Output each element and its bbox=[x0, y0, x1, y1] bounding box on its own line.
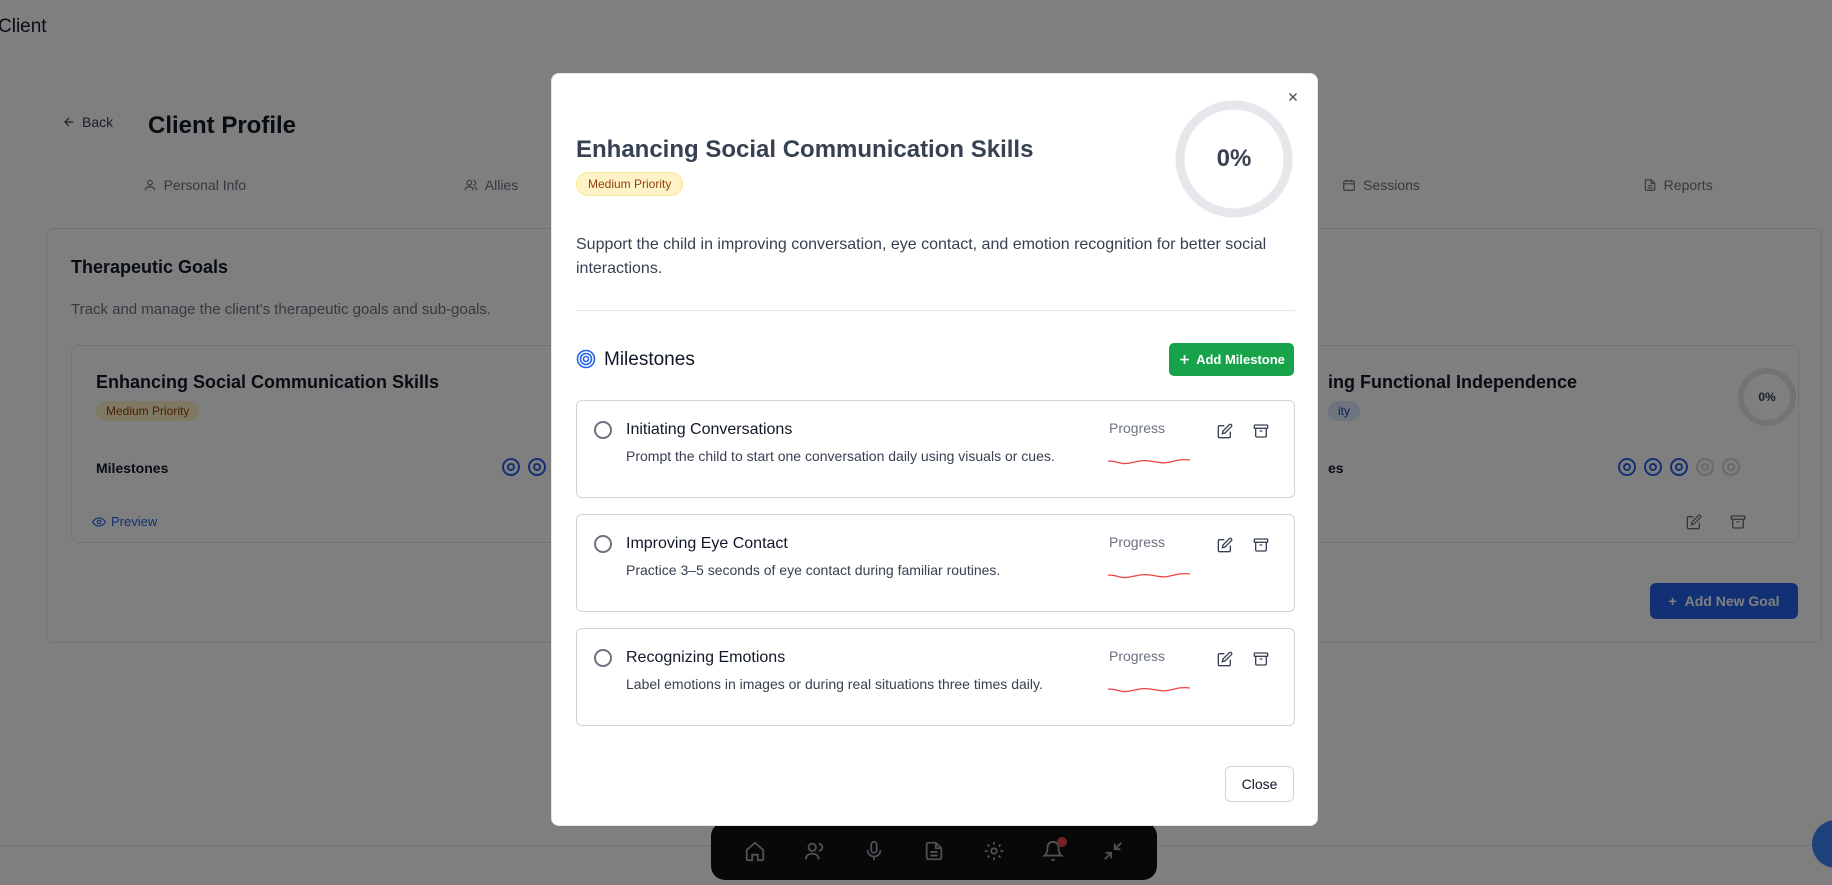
progress-percent: 0% bbox=[1216, 145, 1252, 172]
goal-description: Support the child in improving conversat… bbox=[576, 236, 1267, 277]
target-icon bbox=[576, 349, 596, 369]
add-milestone-button[interactable]: Add Milestone bbox=[1169, 343, 1294, 376]
milestone-description: Label emotions in images or during real … bbox=[626, 676, 1043, 692]
milestone-complete-toggle[interactable] bbox=[594, 649, 612, 667]
edit-icon[interactable] bbox=[1217, 423, 1233, 439]
edit-icon[interactable] bbox=[1217, 651, 1233, 667]
milestones-heading: Milestones bbox=[604, 349, 695, 370]
progress-label: Progress bbox=[1109, 420, 1166, 436]
milestone-complete-toggle[interactable] bbox=[594, 421, 612, 439]
progress-sparkline bbox=[1108, 458, 1190, 465]
progress-sparkline bbox=[1108, 572, 1190, 579]
milestone-item: Recognizing Emotions Label emotions in i… bbox=[576, 628, 1295, 726]
archive-icon[interactable] bbox=[1253, 651, 1269, 667]
archive-icon[interactable] bbox=[1253, 423, 1269, 439]
divider bbox=[576, 310, 1295, 311]
milestone-description: Prompt the child to start one conversati… bbox=[626, 448, 1055, 464]
goal-title: Enhancing Social Communication Skills bbox=[576, 136, 1034, 163]
add-milestone-label: Add Milestone bbox=[1196, 352, 1285, 367]
milestone-complete-toggle[interactable] bbox=[594, 535, 612, 553]
plus-icon bbox=[1180, 355, 1189, 364]
milestone-description: Practice 3–5 seconds of eye contact duri… bbox=[626, 562, 1001, 578]
milestone-title: Recognizing Emotions bbox=[626, 649, 786, 666]
progress-label: Progress bbox=[1109, 534, 1166, 550]
close-button[interactable]: Close bbox=[1225, 766, 1294, 802]
edit-icon[interactable] bbox=[1217, 537, 1233, 553]
goal-detail-modal: Enhancing Social Communication Skills Me… bbox=[551, 73, 1318, 826]
goal-progress-ring: 0% bbox=[1173, 98, 1295, 220]
priority-badge: Medium Priority bbox=[576, 172, 684, 196]
milestone-title: Initiating Conversations bbox=[626, 421, 793, 438]
milestone-item: Improving Eye Contact Practice 3–5 secon… bbox=[576, 514, 1295, 612]
milestone-list: Initiating Conversations Prompt the chil… bbox=[576, 400, 1295, 742]
milestone-item: Initiating Conversations Prompt the chil… bbox=[576, 400, 1295, 498]
archive-icon[interactable] bbox=[1253, 537, 1269, 553]
progress-sparkline bbox=[1108, 686, 1190, 693]
milestone-title: Improving Eye Contact bbox=[626, 535, 788, 552]
progress-label: Progress bbox=[1109, 648, 1166, 664]
